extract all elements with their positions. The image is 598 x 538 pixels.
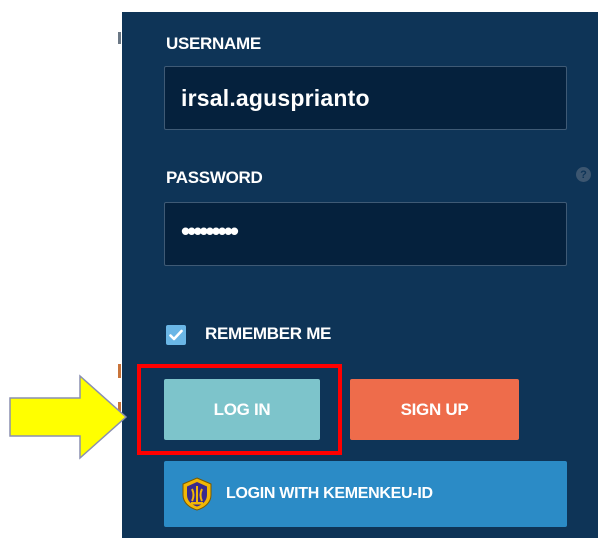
screenshot: USERNAME irsal.agusprianto PASSWORD ? ••… (0, 0, 598, 538)
signup-button[interactable]: SIGN UP (350, 379, 519, 440)
check-icon (169, 329, 183, 341)
kemenkeu-button-label: LOGIN WITH KEMENKEU-ID (226, 485, 433, 502)
username-input[interactable]: irsal.agusprianto (164, 66, 567, 130)
highlight-rectangle (137, 364, 342, 455)
password-input[interactable]: ••••••••• (164, 202, 567, 266)
username-value: irsal.agusprianto (181, 84, 370, 111)
kemenkeu-login-button[interactable]: LOGIN WITH KEMENKEU-ID (164, 461, 567, 527)
password-label: PASSWORD (166, 168, 263, 187)
page-edge-mark (118, 32, 121, 44)
remember-me-label[interactable]: REMEMBER ME (205, 324, 331, 344)
arrow-right-icon (9, 374, 128, 460)
help-icon[interactable]: ? (576, 167, 591, 182)
username-label: USERNAME (166, 34, 261, 53)
remember-me-checkbox[interactable] (166, 325, 186, 345)
kemenkeu-logo-icon (182, 477, 212, 511)
password-value: ••••••••• (181, 216, 239, 246)
